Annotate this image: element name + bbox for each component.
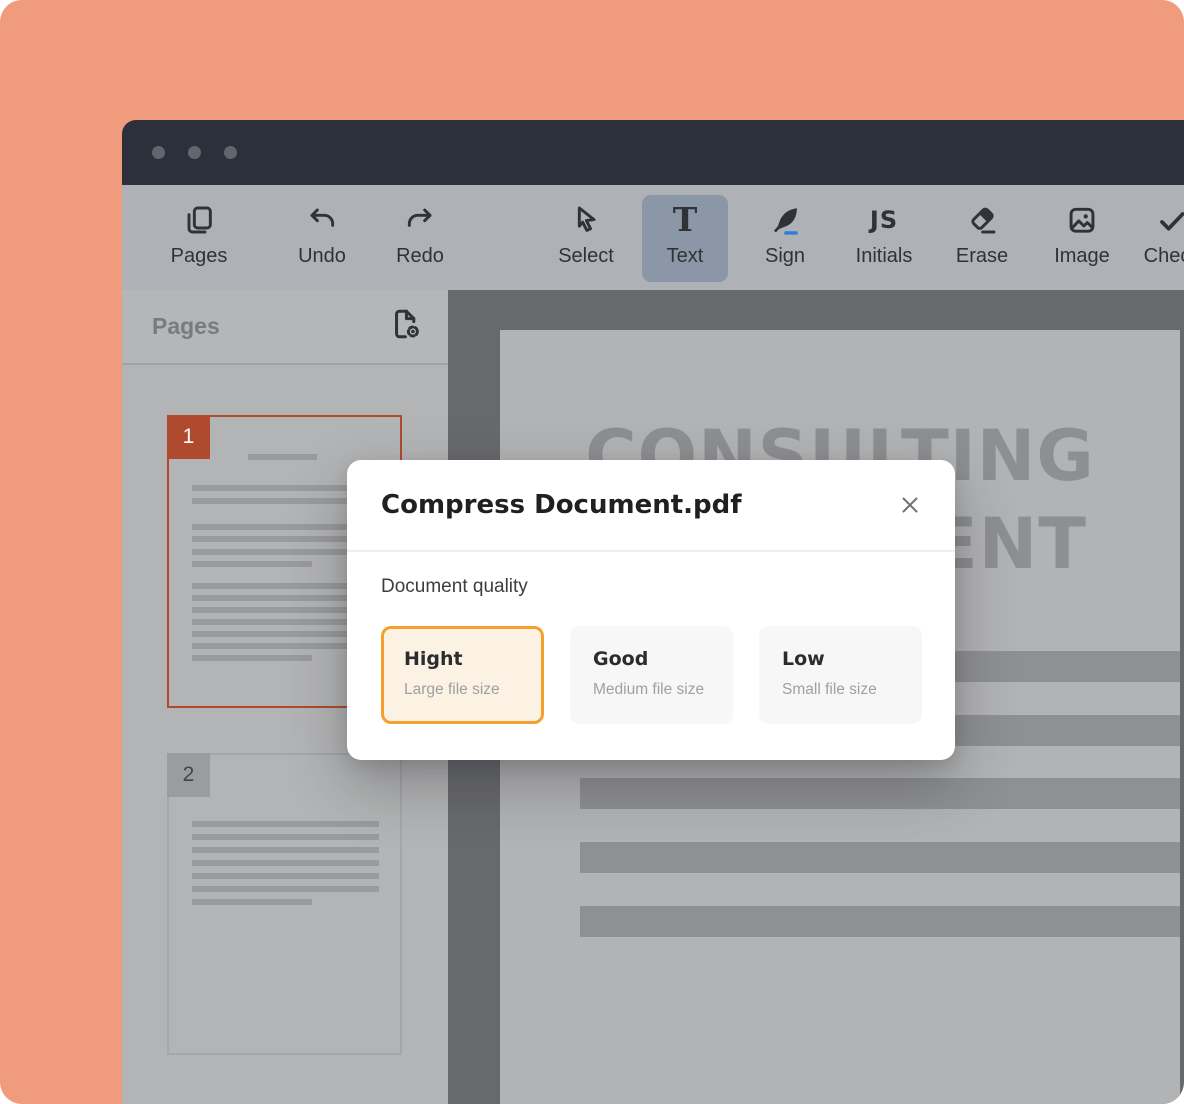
window-control-dot-2[interactable]	[188, 146, 201, 159]
toolbar-button-image[interactable]: Image	[1037, 195, 1127, 282]
toolbar-label: Undo	[298, 245, 346, 267]
toolbar-label: Sign	[764, 245, 806, 267]
toolbar-label: Pages	[170, 245, 228, 267]
thumb-text-line	[248, 454, 317, 460]
redo-icon	[404, 196, 436, 244]
option-subtitle: Medium file size	[593, 681, 705, 698]
quality-option-high[interactable]: Hight Large file size	[381, 626, 544, 724]
page-number-badge: 2	[167, 753, 210, 797]
undo-icon	[306, 196, 338, 244]
quality-option-good[interactable]: Good Medium file size	[570, 626, 733, 724]
pages-panel-header: Pages	[122, 290, 448, 365]
pages-icon	[183, 196, 215, 244]
thumb-text-line	[192, 655, 312, 661]
toolbar-button-initials[interactable]: JS Initials	[839, 195, 929, 282]
toolbar-button-text[interactable]: T Text	[642, 195, 728, 282]
document-gear-icon[interactable]	[388, 306, 424, 347]
doc-text-bar	[580, 906, 1180, 937]
toolbar-label: Check	[1143, 245, 1184, 267]
cursor-icon	[570, 196, 602, 244]
option-title: Low	[782, 648, 825, 670]
initials-icon: JS	[869, 206, 899, 234]
toolbar-button-pages[interactable]: Pages	[154, 195, 244, 282]
quality-option-low[interactable]: Low Small file size	[759, 626, 922, 724]
thumb-text-line	[192, 847, 379, 853]
close-x-icon	[902, 497, 918, 513]
quality-options: Hight Large file size Good Medium file s…	[381, 626, 923, 724]
eraser-icon	[966, 196, 998, 244]
screenshot-canvas: Pages Undo Redo Select T Text Sign JS In…	[0, 0, 1184, 1104]
toolbar-label: Erase	[955, 245, 1009, 267]
thumb-text-line	[192, 834, 379, 840]
option-subtitle: Small file size	[782, 681, 877, 698]
check-icon	[1156, 196, 1184, 244]
modal-title: Compress Document.pdf	[381, 490, 742, 520]
toolbar-button-check[interactable]: Check	[1127, 195, 1184, 282]
toolbar-label: Text	[666, 245, 704, 267]
toolbar-label: Redo	[396, 245, 444, 267]
thumb-text-line	[192, 821, 379, 827]
thumb-text-line	[192, 886, 379, 892]
toolbar-label: Select	[558, 245, 614, 267]
thumb-text-line	[192, 899, 312, 905]
option-title: Good	[593, 648, 649, 670]
toolbar-label: Image	[1054, 245, 1110, 267]
toolbar-label: Initials	[855, 245, 913, 267]
quill-icon	[769, 196, 801, 244]
pages-panel-title: Pages	[152, 313, 220, 339]
option-title: Hight	[404, 648, 463, 670]
page-number-badge: 1	[167, 415, 210, 459]
image-icon	[1066, 196, 1098, 244]
compress-document-modal: Compress Document.pdf Document quality H…	[347, 460, 955, 760]
window-control-dot-1[interactable]	[152, 146, 165, 159]
thumb-text-line	[192, 561, 312, 567]
page-thumbnail-2[interactable]: 2	[167, 753, 402, 1055]
option-subtitle: Large file size	[404, 681, 500, 698]
toolbar-button-undo[interactable]: Undo	[277, 195, 367, 282]
doc-text-bar	[580, 842, 1180, 873]
document-quality-label: Document quality	[381, 576, 528, 597]
window-control-dot-3[interactable]	[224, 146, 237, 159]
modal-body: Document quality Hight Large file size G…	[347, 552, 955, 724]
window-titlebar	[122, 120, 1184, 185]
toolbar-button-redo[interactable]: Redo	[375, 195, 465, 282]
thumb-text-line	[192, 873, 379, 879]
doc-text-bar	[580, 778, 1180, 809]
toolbar: Pages Undo Redo Select T Text Sign JS In…	[122, 185, 1184, 290]
toolbar-button-select[interactable]: Select	[541, 195, 631, 282]
text-icon: T	[672, 200, 698, 239]
modal-header: Compress Document.pdf	[347, 460, 955, 552]
toolbar-button-sign[interactable]: Sign	[740, 195, 830, 282]
toolbar-button-erase[interactable]: Erase	[937, 195, 1027, 282]
thumb-text-line	[192, 860, 379, 866]
close-button[interactable]	[893, 488, 927, 522]
